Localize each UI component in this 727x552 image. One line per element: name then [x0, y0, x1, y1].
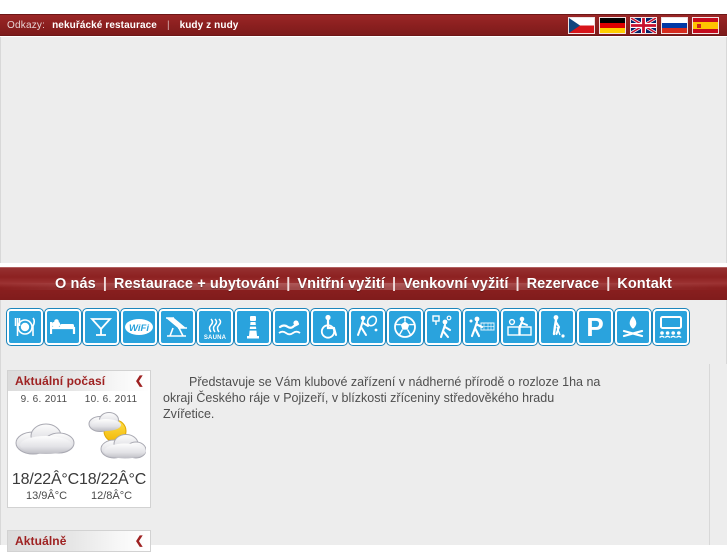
wifi-icon[interactable]: WiFi	[120, 308, 158, 346]
article-paragraph: Představuje se Vám klubové zařízení v ná…	[163, 375, 601, 421]
tabletennis-icon[interactable]	[500, 308, 538, 346]
tennis-icon[interactable]	[348, 308, 386, 346]
weather-nighttemp-day2: 12/8Â°C	[90, 490, 133, 502]
nav-separator: |	[391, 276, 397, 292]
parking-icon[interactable]: P	[576, 308, 614, 346]
nav-separator: |	[515, 276, 520, 292]
bed-icon[interactable]	[44, 308, 82, 346]
weather-widget-title: Aktuální počasí	[15, 374, 106, 388]
weather-date-day2: 10. 6. 2011	[84, 394, 138, 405]
cocktail-icon[interactable]	[82, 308, 120, 346]
flag-spanish[interactable]	[692, 16, 719, 34]
weather-widget-header[interactable]: Aktuální počasí ❮	[8, 371, 150, 391]
restaurant-icon[interactable]	[6, 308, 44, 346]
wheelchair-icon[interactable]	[310, 308, 348, 346]
header-banner	[0, 37, 727, 263]
nav-separator: |	[606, 276, 611, 292]
content-area: Aktuální počasí ❮ 9. 6. 2011 10. 6. 2011	[0, 364, 727, 552]
weather-widget: Aktuální počasí ❮ 9. 6. 2011 10. 6. 2011	[7, 370, 151, 508]
weather-daytemp-day1: 18/22Â°C	[11, 471, 79, 488]
nav-item-kontakt[interactable]: Kontakt	[612, 276, 677, 292]
link-nekuracke-restaurace[interactable]: nekuřácké restaurace	[52, 20, 157, 31]
weather-daytemps-row: 18/22Â°C 18/22Â°C	[8, 471, 150, 489]
article: Představuje se Vám klubové zařízení v ná…	[163, 374, 603, 422]
news-widget-title: Aktuálně	[15, 534, 67, 548]
news-widget: Aktuálně ❮	[7, 530, 151, 552]
conference-icon[interactable]	[652, 308, 690, 346]
weather-collapse-icon[interactable]: ❮	[135, 375, 144, 387]
nav-separator: |	[286, 276, 291, 292]
flag-russian[interactable]	[661, 16, 688, 34]
amenities-bar: WiFi SAUNA P	[0, 300, 727, 364]
weather-nighttemps-row: 13/9Â°C 12/8Â°C	[8, 489, 150, 502]
cloudy-icon	[13, 409, 77, 467]
news-widget-header[interactable]: Aktuálně ❮	[8, 531, 150, 551]
nav-item-o-nas[interactable]: O nás	[50, 276, 101, 292]
partly-sunny-icon	[82, 409, 146, 467]
lighthouse-icon[interactable]	[234, 308, 272, 346]
volleyball-icon[interactable]	[462, 308, 500, 346]
flag-czech[interactable]	[568, 16, 595, 34]
sidebar: Aktuální počasí ❮ 9. 6. 2011 10. 6. 2011	[7, 370, 151, 518]
weather-nighttemp-day1: 13/9Â°C	[25, 490, 68, 502]
nav-item-restaurace-ubytovani[interactable]: Restaurace + ubytování	[109, 276, 284, 292]
main-navigation: O nás | Restaurace + ubytování | Vnitřní…	[0, 267, 727, 300]
weather-daytemp-day2: 18/22Â°C	[79, 471, 147, 488]
flag-german[interactable]	[599, 16, 626, 34]
sauna-label: SAUNA	[203, 335, 227, 341]
odkazy-label: Odkazy:	[7, 19, 46, 31]
football-icon[interactable]	[386, 308, 424, 346]
nav-items-group: O nás | Restaurace + ubytování | Vnitřní…	[50, 276, 677, 292]
deckchair-icon[interactable]	[158, 308, 196, 346]
swimming-icon[interactable]	[272, 308, 310, 346]
nav-item-rezervace[interactable]: Rezervace	[522, 276, 605, 292]
top-links-bar: Odkazy: nekuřácké restaurace | kudy z nu…	[0, 14, 727, 36]
weather-icons-row	[8, 405, 150, 471]
svg-text:P: P	[586, 314, 603, 340]
weather-widget-body: 9. 6. 2011 10. 6. 2011 18/22Â°C 18/22Â°C…	[8, 391, 150, 507]
weather-date-day1: 9. 6. 2011	[20, 394, 68, 405]
top-links-group: Odkazy: nekuřácké restaurace | kudy z nu…	[0, 20, 568, 31]
nav-item-venkovni-vyziti[interactable]: Venkovní vyžití	[398, 276, 513, 292]
nav-separator: |	[102, 276, 107, 292]
svg-text:WiFi: WiFi	[129, 323, 149, 334]
sauna-icon[interactable]: SAUNA	[196, 308, 234, 346]
golf-icon[interactable]	[538, 308, 576, 346]
nav-item-vnitrni-vyziti[interactable]: Vnitřní vyžití	[292, 276, 390, 292]
language-switcher	[568, 16, 727, 34]
link-kudy-z-nudy[interactable]: kudy z nudy	[180, 20, 239, 31]
basketball-icon[interactable]	[424, 308, 462, 346]
weather-dates-row: 9. 6. 2011 10. 6. 2011	[8, 394, 150, 405]
flag-english[interactable]	[630, 16, 657, 34]
top-links-separator: |	[166, 19, 170, 31]
campfire-icon[interactable]	[614, 308, 652, 346]
